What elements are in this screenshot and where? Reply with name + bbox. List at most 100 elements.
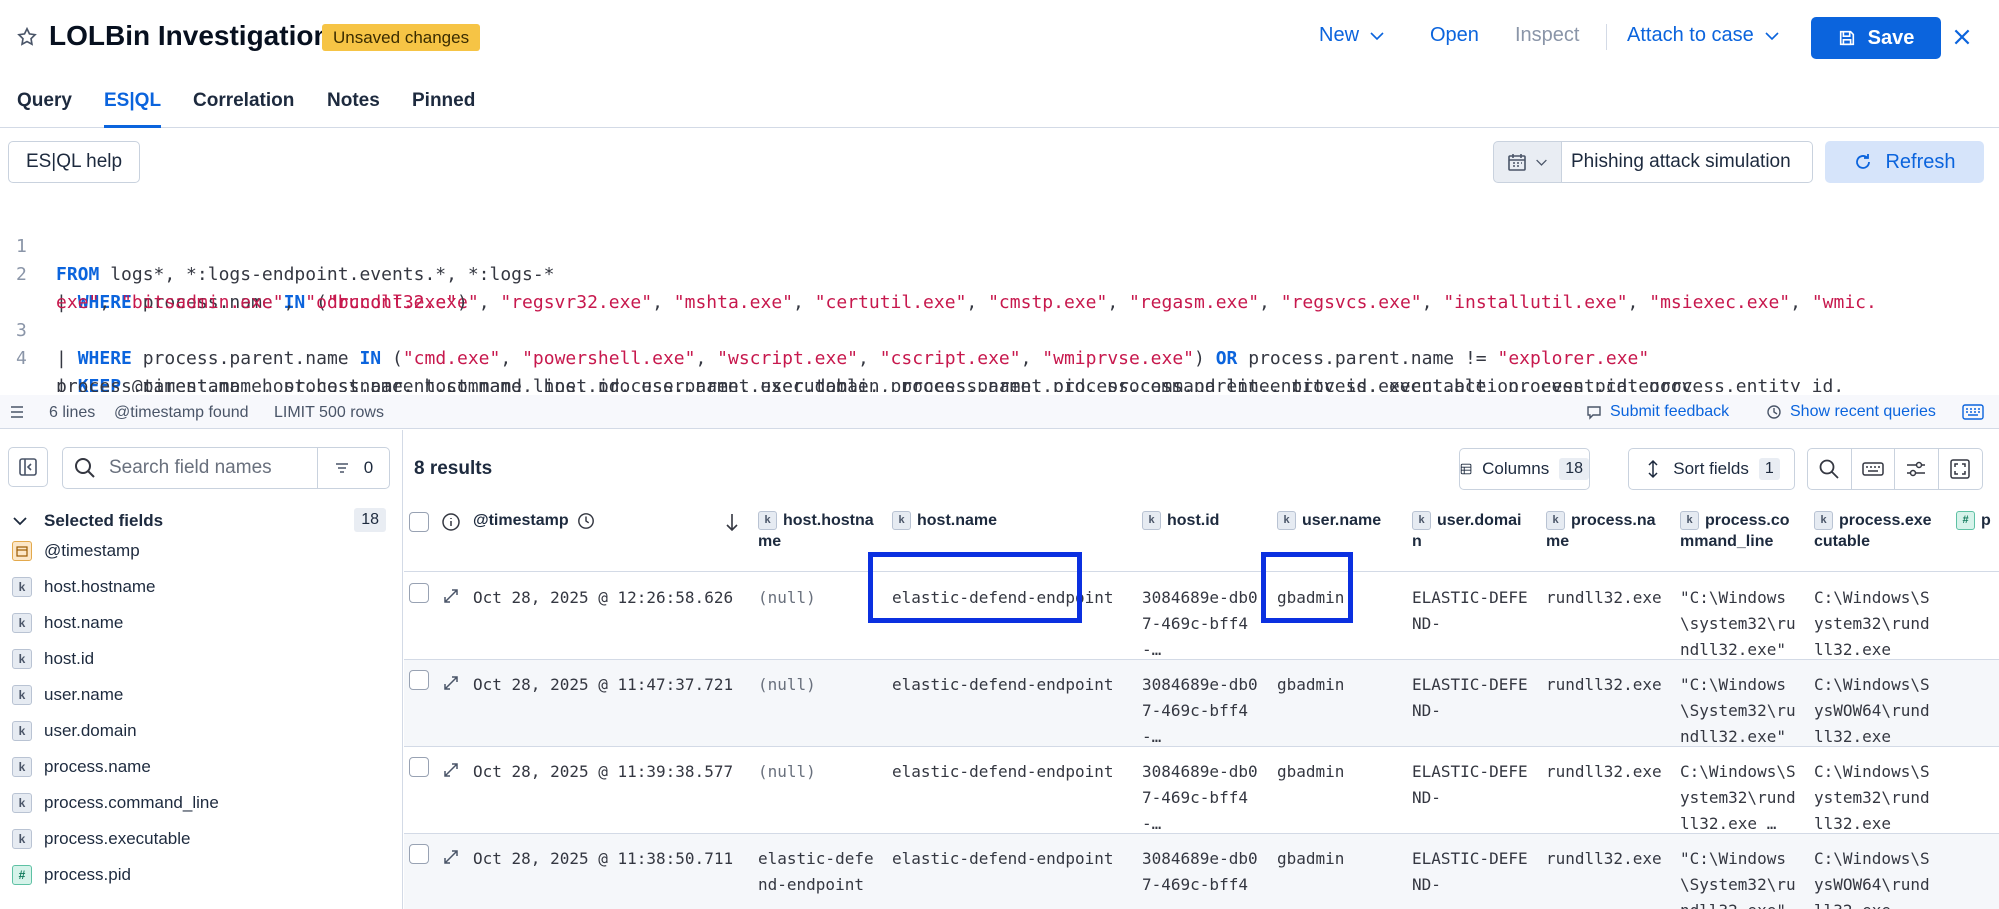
- cell-process-executable: C:\Windows\SysWOW64\rundll32.exe: [1814, 849, 1930, 909]
- field-name: process.pid: [44, 865, 131, 884]
- show-recent-queries-link[interactable]: Show recent queries: [1766, 403, 1936, 421]
- column-header-process-pid[interactable]: # p: [1956, 510, 1991, 531]
- keyword-type-icon: k: [1680, 511, 1699, 531]
- field-name: user.name: [44, 685, 124, 704]
- cell-process-command-line: "C:\Windows\System32\rundll32.exe" …: [1680, 849, 1796, 909]
- column-label: host.id: [1167, 512, 1220, 529]
- row-checkbox[interactable]: [409, 844, 429, 864]
- date-picker-button[interactable]: [1493, 141, 1562, 183]
- tab-notes[interactable]: Notes: [327, 90, 380, 128]
- tab-esql[interactable]: ES|QL: [104, 90, 162, 128]
- keyword-type-icon: k: [1814, 511, 1833, 531]
- cell-host-id: 3084689e-db07-469c-bff4-…: [1142, 762, 1258, 833]
- row-checkbox[interactable]: [409, 583, 429, 603]
- field-item[interactable]: # process.pid: [12, 862, 131, 888]
- inspect-button[interactable]: Inspect: [1515, 24, 1579, 47]
- cell-host-hostname: elastic-defend-endpoint: [758, 849, 874, 894]
- chevron-down-icon: [1536, 159, 1547, 166]
- field-item[interactable]: k user.name: [12, 682, 123, 708]
- open-button[interactable]: Open: [1430, 24, 1479, 47]
- close-icon[interactable]: [1951, 26, 1973, 48]
- column-header-host-hostname[interactable]: k host.hostna me: [758, 510, 880, 552]
- column-header-user-domain[interactable]: k user.domai n: [1412, 510, 1534, 552]
- save-button[interactable]: Save: [1811, 17, 1941, 59]
- column-header-process-command-line[interactable]: k process.co mmand_line: [1680, 510, 1802, 552]
- sliders-icon: [1907, 461, 1926, 477]
- column-header-user-name[interactable]: k user.name: [1277, 510, 1381, 531]
- expand-row-icon[interactable]: [442, 848, 460, 866]
- field-item[interactable]: k process.command_line: [12, 790, 219, 816]
- field-item[interactable]: k process.executable: [12, 826, 190, 852]
- keyword-type-icon: k: [1142, 511, 1161, 531]
- keyword-type-icon: k: [12, 721, 32, 741]
- field-item[interactable]: k process.name: [12, 754, 151, 780]
- field-name: host.id: [44, 649, 95, 668]
- table-row[interactable]: Oct 28, 2025 @ 11:39:38.577 (null) elastic…: [404, 747, 1999, 834]
- refresh-icon: [1856, 154, 1871, 169]
- info-icon[interactable]: [441, 512, 461, 532]
- esql-help-button[interactable]: ES|QL help: [8, 141, 140, 183]
- timeline-title[interactable]: LOLBin Investigation: [49, 20, 331, 52]
- field-item[interactable]: k user.domain: [12, 718, 137, 744]
- field-name: process.name: [44, 757, 151, 776]
- cell-host-id: 3084689e-db07-469c-bff4-…: [1142, 675, 1258, 746]
- inspect-grid-button[interactable]: [1808, 449, 1852, 489]
- chevron-down-icon: [1765, 31, 1779, 40]
- keyboard-shortcuts-button[interactable]: [1852, 449, 1895, 489]
- cell-host-hostname: (null): [758, 588, 816, 607]
- keyboard-icon[interactable]: [1962, 404, 1984, 420]
- header-divider: [1606, 24, 1607, 50]
- columns-button[interactable]: Columns 18: [1459, 448, 1590, 490]
- collapse-sidebar-button[interactable]: [8, 447, 48, 487]
- cell-timestamp: Oct 28, 2025 @ 12:26:58.626: [473, 588, 734, 607]
- star-icon[interactable]: [16, 26, 38, 48]
- tab-correlation[interactable]: Correlation: [193, 90, 294, 128]
- table-row[interactable]: Oct 28, 2025 @ 11:47:37.721 (null) elastic…: [404, 660, 1999, 747]
- table-row[interactable]: Oct 28, 2025 @ 11:38:50.711 elastic-defen…: [404, 834, 1999, 909]
- fullscreen-icon: [1950, 459, 1970, 479]
- saved-query-label[interactable]: Phishing attack simulation: [1561, 141, 1813, 183]
- search-icon: [1819, 459, 1839, 479]
- column-header-process-name[interactable]: k process.na me: [1546, 510, 1668, 552]
- expand-row-icon[interactable]: [442, 761, 460, 779]
- expand-row-icon[interactable]: [442, 674, 460, 692]
- cell-process-executable: C:\Windows\System32\rundll32.exe: [1814, 762, 1930, 833]
- table-row[interactable]: Oct 28, 2025 @ 12:26:58.626 (null) elastic…: [404, 573, 1999, 660]
- cell-timestamp: Oct 28, 2025 @ 11:39:38.577: [473, 762, 734, 781]
- column-header-host-id[interactable]: k host.id: [1142, 510, 1219, 531]
- field-item[interactable]: k host.hostname: [12, 574, 156, 600]
- refresh-label: Refresh: [1885, 150, 1956, 173]
- tab-query[interactable]: Query: [17, 90, 72, 128]
- row-checkbox[interactable]: [409, 670, 429, 690]
- cell-process-command-line: "C:\Windows\system32\rundll32.exe" …: [1680, 588, 1796, 659]
- refresh-button[interactable]: Refresh: [1825, 141, 1984, 183]
- number-type-icon: #: [12, 865, 32, 885]
- arrow-down-icon[interactable]: [724, 512, 740, 532]
- cell-timestamp: Oct 28, 2025 @ 11:47:37.721: [473, 675, 734, 694]
- fullscreen-button[interactable]: [1939, 449, 1982, 489]
- expand-row-icon[interactable]: [442, 587, 460, 605]
- tab-pinned[interactable]: Pinned: [412, 90, 475, 128]
- column-header-process-executable[interactable]: k process.exe cutable: [1814, 510, 1936, 552]
- esql-query-editor[interactable]: 1 FROM logs*, *:logs-endpoint.events.*, …: [0, 205, 1990, 392]
- submit-feedback-link[interactable]: Submit feedback: [1586, 403, 1729, 421]
- sort-fields-button[interactable]: Sort fields 1: [1628, 448, 1795, 490]
- field-type-filter-button[interactable]: 0: [317, 448, 389, 488]
- row-checkbox[interactable]: [409, 757, 429, 777]
- selected-fields-header[interactable]: Selected fields 18: [12, 506, 392, 536]
- column-header-host-name[interactable]: k host.name: [892, 510, 997, 531]
- column-label: host.name: [917, 512, 998, 529]
- keyword-type-icon: k: [12, 577, 32, 597]
- display-settings-button[interactable]: [1895, 449, 1939, 489]
- field-item[interactable]: k host.name: [12, 610, 123, 636]
- select-all-checkbox[interactable]: [409, 512, 429, 532]
- show-recent-queries-label: Show recent queries: [1790, 403, 1936, 420]
- new-label: New: [1319, 24, 1360, 46]
- field-search-input[interactable]: [109, 457, 309, 479]
- column-header-timestamp[interactable]: @timestamp: [473, 510, 595, 531]
- field-item[interactable]: k host.id: [12, 646, 94, 672]
- field-item[interactable]: @timestamp: [12, 538, 140, 564]
- attach-to-case-button[interactable]: Attach to case: [1627, 24, 1780, 47]
- list-icon[interactable]: [9, 404, 25, 420]
- new-button[interactable]: New: [1319, 24, 1385, 47]
